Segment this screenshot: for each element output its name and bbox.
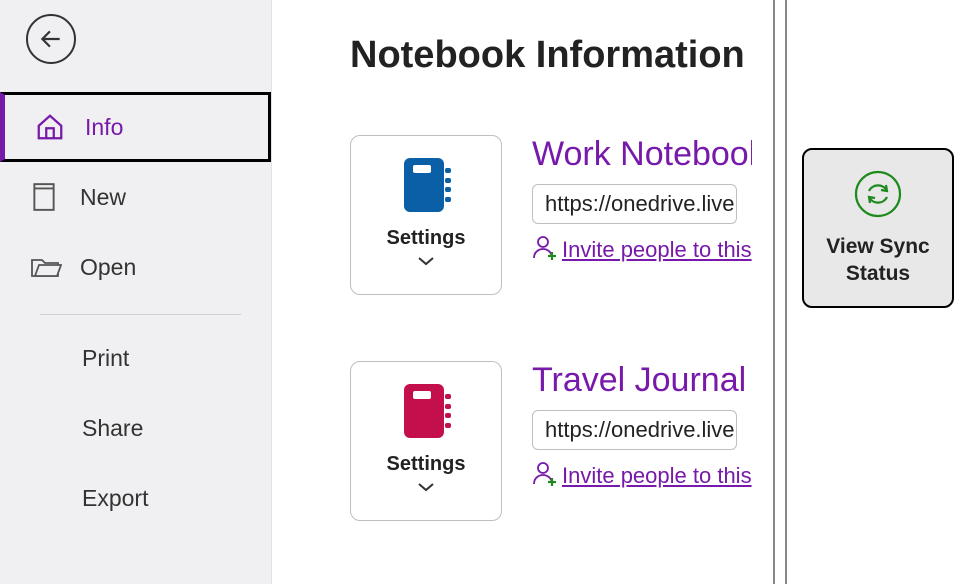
- notebook-url-field[interactable]: https://onedrive.live: [532, 410, 737, 450]
- settings-label: Settings: [387, 452, 466, 476]
- nav-item-print[interactable]: Print: [0, 323, 271, 393]
- notebook-settings-button[interactable]: Settings: [350, 361, 502, 521]
- invite-person-icon: [532, 234, 558, 265]
- nav-label-share: Share: [82, 415, 143, 442]
- nav-item-export[interactable]: Export: [0, 463, 271, 533]
- invite-person-icon: [532, 460, 558, 491]
- vertical-divider: [785, 0, 787, 584]
- sidebar-divider: [40, 314, 241, 315]
- notebook-title: Work Notebook: [532, 135, 752, 174]
- sync-label: View Sync Status: [826, 234, 930, 287]
- invite-link[interactable]: Invite people to this: [562, 237, 752, 263]
- sync-icon: [853, 169, 903, 224]
- nav-item-share[interactable]: Share: [0, 393, 271, 463]
- notebook-details: Work Notebook https://onedrive.live Invi…: [532, 135, 752, 265]
- home-icon: [35, 112, 75, 142]
- backstage-sidebar: Info New Open Print Share Export: [0, 0, 272, 584]
- back-arrow-icon: [38, 26, 64, 52]
- notebook-icon: [404, 384, 448, 438]
- back-button[interactable]: [26, 14, 76, 64]
- chevron-down-icon: [417, 480, 435, 498]
- notebook-url-field[interactable]: https://onedrive.live: [532, 184, 737, 224]
- nav-label-info: Info: [75, 114, 123, 141]
- chevron-down-icon: [417, 254, 435, 272]
- view-sync-status-button[interactable]: View Sync Status: [802, 148, 954, 308]
- nav-label-new: New: [70, 184, 126, 211]
- notebook-row: Settings Travel Journal https://onedrive…: [350, 361, 978, 521]
- nav-item-info[interactable]: Info: [0, 92, 271, 162]
- notebook-icon: [404, 158, 448, 212]
- vertical-divider: [773, 0, 775, 584]
- notebook-settings-button[interactable]: Settings: [350, 135, 502, 295]
- page-title: Notebook Information: [350, 34, 978, 77]
- notebook-title: Travel Journal: [532, 361, 752, 400]
- nav-label-export: Export: [82, 485, 148, 512]
- main-content: Notebook Information Settings Work Noteb…: [272, 0, 978, 584]
- nav-item-open[interactable]: Open: [0, 232, 271, 302]
- nav-label-open: Open: [70, 254, 136, 281]
- page-icon: [30, 182, 70, 212]
- settings-label: Settings: [387, 226, 466, 250]
- folder-open-icon: [30, 254, 70, 280]
- invite-link[interactable]: Invite people to this: [562, 463, 752, 489]
- nav-label-print: Print: [82, 345, 129, 372]
- nav-item-new[interactable]: New: [0, 162, 271, 232]
- notebook-details: Travel Journal https://onedrive.live Inv…: [532, 361, 752, 491]
